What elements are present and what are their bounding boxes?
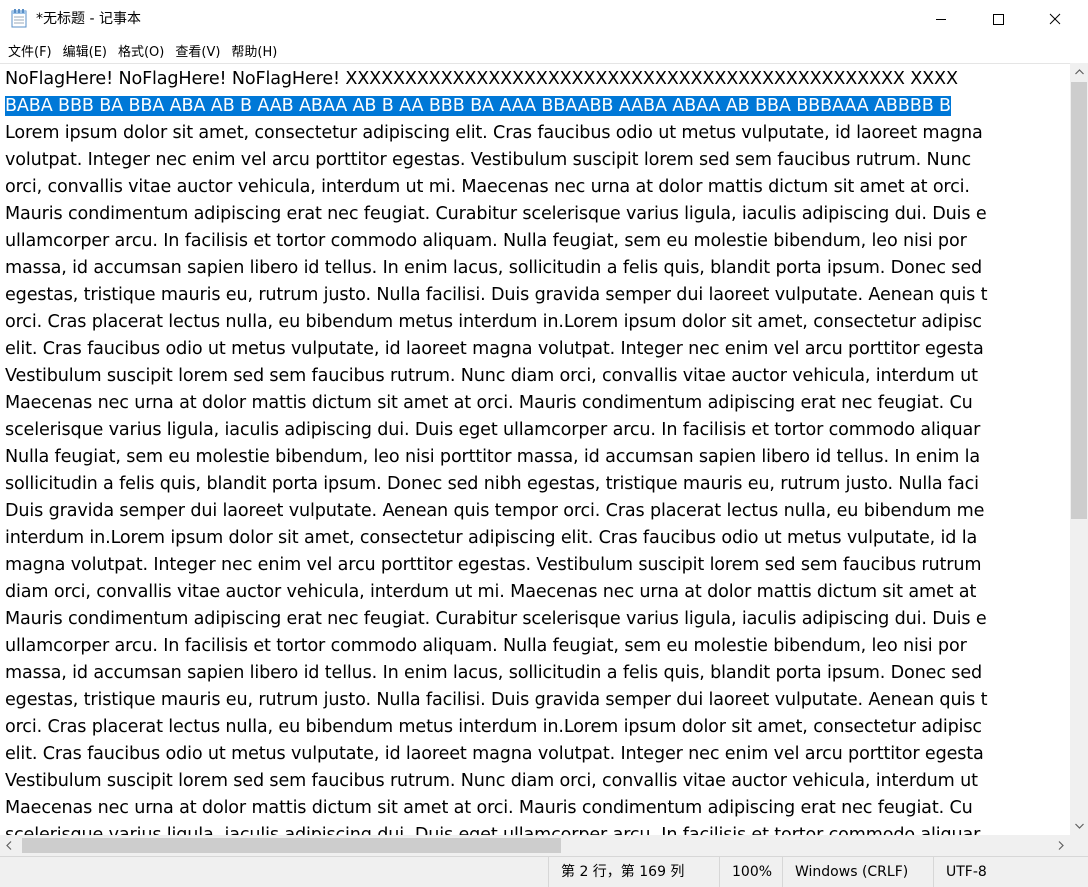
- text-line[interactable]: Maecenas nec urna at dolor mattis dictum…: [5, 795, 973, 822]
- chevron-right-icon: [1058, 841, 1064, 850]
- text-line[interactable]: magna volutpat. Integer nec enim vel arc…: [5, 552, 981, 579]
- close-button[interactable]: [1032, 0, 1078, 38]
- text-line[interactable]: scelerisque varius ligula, iaculis adipi…: [5, 417, 980, 444]
- text-editor[interactable]: NoFlagHere! NoFlagHere! NoFlagHere! XXXX…: [0, 63, 1070, 836]
- scroll-left-button[interactable]: [0, 835, 18, 856]
- text-line[interactable]: egestas, tristique mauris eu, rutrum jus…: [5, 282, 988, 309]
- scroll-right-button[interactable]: [1052, 835, 1070, 856]
- menu-format[interactable]: 格式(O): [118, 41, 164, 60]
- text-line[interactable]: egestas, tristique mauris eu, rutrum jus…: [5, 687, 988, 714]
- text-line[interactable]: NoFlagHere! NoFlagHere! NoFlagHere! XXXX…: [5, 66, 958, 93]
- text-line[interactable]: sollicitudin a felis quis, blandit porta…: [5, 471, 979, 498]
- text-line[interactable]: massa, id accumsan sapien libero id tell…: [5, 660, 982, 687]
- status-zoom: 100%: [719, 857, 790, 887]
- text-line[interactable]: massa, id accumsan sapien libero id tell…: [5, 255, 982, 282]
- horizontal-scroll-thumb[interactable]: [22, 838, 561, 853]
- text-line[interactable]: elit. Cras faucibus odio ut metus vulput…: [5, 741, 984, 768]
- scroll-up-button[interactable]: [1070, 63, 1088, 81]
- selected-text[interactable]: BABA BBB BA BBA ABA AB B AAB ABAA AB B A…: [5, 96, 951, 116]
- text-line[interactable]: elit. Cras faucibus odio ut metus vulput…: [5, 336, 984, 363]
- chevron-up-icon: [1074, 69, 1084, 75]
- text-line[interactable]: orci, convallis vitae auctor vehicula, i…: [5, 174, 970, 201]
- text-line[interactable]: diam orci, convallis vitae auctor vehicu…: [5, 579, 976, 606]
- minimize-icon: [936, 19, 946, 20]
- text-line[interactable]: BABA BBB BA BBA ABA AB B AAB ABAA AB B A…: [5, 93, 951, 120]
- close-icon: [1049, 13, 1061, 25]
- text-line[interactable]: scelerisque varius ligula, iaculis adipi…: [5, 822, 980, 836]
- notepad-app-icon[interactable]: [11, 9, 27, 28]
- text-line[interactable]: Mauris condimentum adipiscing erat nec f…: [5, 201, 987, 228]
- notepad-window: *无标题 - 记事本 文件(F) 编辑(E) 格式(O) 查看(V) 帮助(H)…: [0, 0, 1088, 887]
- vertical-scrollbar[interactable]: [1070, 63, 1088, 835]
- text-line[interactable]: ullamcorper arcu. In facilisis et tortor…: [5, 633, 967, 660]
- maximize-icon: [993, 14, 1004, 25]
- status-cursor-position: 第 2 行，第 169 列: [548, 857, 721, 887]
- text-line[interactable]: Nulla feugiat, sem eu molestie bibendum,…: [5, 444, 980, 471]
- scroll-down-button[interactable]: [1070, 817, 1088, 835]
- text-line[interactable]: interdum in.Lorem ipsum dolor sit amet, …: [5, 525, 977, 552]
- text-line[interactable]: Maecenas nec urna at dolor mattis dictum…: [5, 390, 973, 417]
- title-bar[interactable]: *无标题 - 记事本: [0, 0, 1088, 38]
- text-line[interactable]: ullamcorper arcu. In facilisis et tortor…: [5, 228, 967, 255]
- text-line[interactable]: Mauris condimentum adipiscing erat nec f…: [5, 606, 987, 633]
- text-line[interactable]: orci. Cras placerat lectus nulla, eu bib…: [5, 714, 982, 741]
- text-line[interactable]: Vestibulum suscipit lorem sed sem faucib…: [5, 768, 978, 795]
- text-line[interactable]: Duis gravida semper dui laoreet vulputat…: [5, 498, 984, 525]
- text-line[interactable]: Lorem ipsum dolor sit amet, consectetur …: [5, 120, 983, 147]
- horizontal-scrollbar[interactable]: [0, 835, 1070, 856]
- chevron-down-icon: [1074, 823, 1084, 829]
- menu-file[interactable]: 文件(F): [8, 41, 52, 60]
- minimize-button[interactable]: [918, 0, 964, 38]
- menu-edit[interactable]: 编辑(E): [63, 41, 107, 60]
- menu-help[interactable]: 帮助(H): [231, 41, 277, 60]
- menu-bar: 文件(F) 编辑(E) 格式(O) 查看(V) 帮助(H): [0, 39, 1088, 62]
- status-bar: 第 2 行，第 169 列 100% Windows (CRLF) UTF-8: [0, 856, 1088, 887]
- text-line[interactable]: orci. Cras placerat lectus nulla, eu bib…: [5, 309, 982, 336]
- menu-view[interactable]: 查看(V): [175, 41, 220, 60]
- status-encoding: UTF-8: [933, 857, 1086, 887]
- vertical-scroll-thumb[interactable]: [1071, 82, 1087, 519]
- status-line-ending: Windows (CRLF): [782, 857, 935, 887]
- window-title: *无标题 - 记事本: [36, 11, 141, 27]
- scrollbar-corner: [1070, 835, 1088, 856]
- chevron-left-icon: [6, 841, 12, 850]
- maximize-button[interactable]: [975, 0, 1021, 38]
- text-line[interactable]: Vestibulum suscipit lorem sed sem faucib…: [5, 363, 978, 390]
- text-line[interactable]: volutpat. Integer nec enim vel arcu port…: [5, 147, 971, 174]
